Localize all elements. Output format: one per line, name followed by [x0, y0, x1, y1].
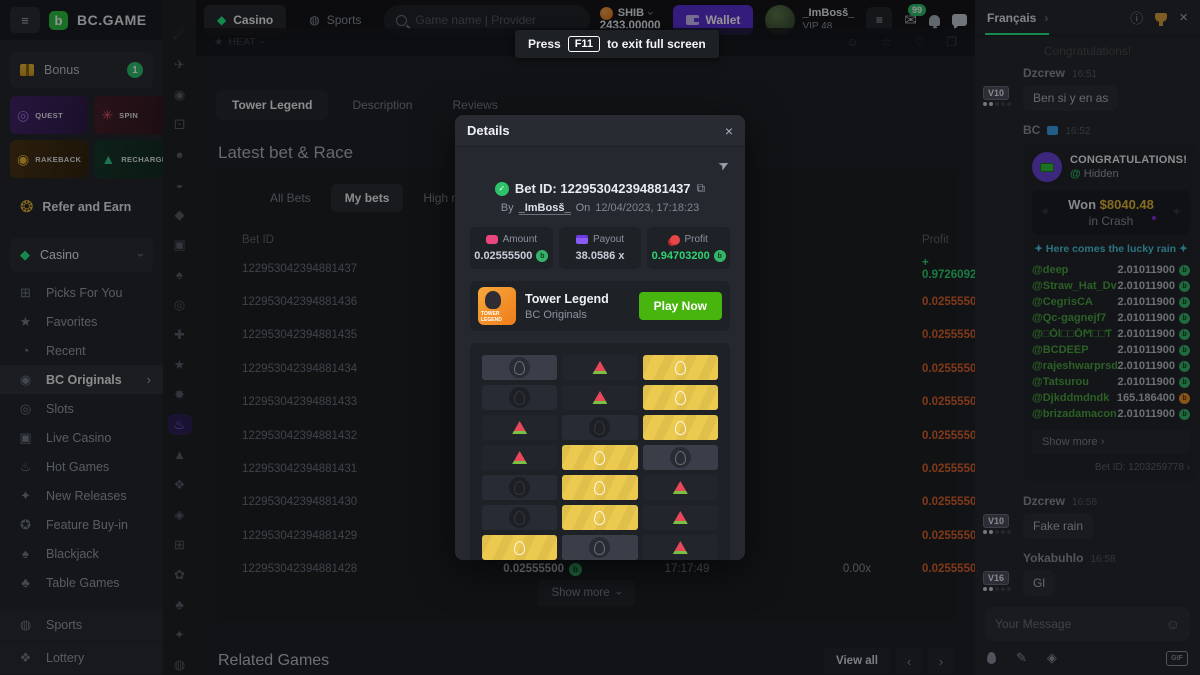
watermelon-icon: [592, 391, 607, 404]
tower-cell-hidden: [562, 415, 637, 440]
egg-icon: [514, 481, 525, 495]
payout-value: 38.0586 x: [576, 250, 625, 262]
f11-keycap: F11: [568, 36, 600, 52]
modal-body: ➤ ✓ Bet ID: 122953042394881437 ⧉ By _ImB…: [455, 147, 745, 560]
egg-icon: [594, 451, 605, 465]
game-card: TOWER LEGEND Tower Legend BC Originals P…: [470, 281, 730, 331]
watermelon-icon: [673, 481, 688, 494]
tower-cell-hidden: [482, 475, 557, 500]
tower-cell-hidden: [482, 385, 557, 410]
bc-game-app: ≡ b BC.GAME Bonus 1 ◎ QUEST ✳ SPIN ◉ RAK…: [0, 0, 1200, 675]
tower-grid-row: [482, 505, 718, 530]
egg-icon: [675, 451, 686, 465]
bet-stats: Amount 0.02555500b Payout 38.0586 x Prof…: [470, 227, 730, 269]
watermelon-icon: [512, 451, 527, 464]
egg-icon: [594, 421, 605, 435]
tower-cell-picked: [562, 535, 637, 560]
amount-stat-card: Amount 0.02555500b: [470, 227, 553, 269]
share-icon[interactable]: ➤: [716, 155, 734, 176]
bet-user-link[interactable]: _ImBosš_: [519, 202, 571, 215]
tower-cell-egg-revealed: [482, 535, 557, 560]
tower-grid-row: [482, 445, 718, 470]
egg-icon: [514, 511, 525, 525]
bet-id-value: 122953042394881437: [560, 181, 690, 196]
profit-value: 0.94703200: [652, 250, 710, 262]
tower-cell-watermelon: [482, 415, 557, 440]
bet-id-label: Bet ID:: [515, 181, 557, 196]
modal-close-icon[interactable]: ×: [725, 123, 733, 139]
tower-grid-row: [482, 535, 718, 560]
bet-details-modal: Details × ➤ ✓ Bet ID: 122953042394881437…: [455, 115, 745, 560]
egg-slot: [509, 477, 530, 498]
egg-icon: [675, 391, 686, 405]
tower-grid-row: [482, 355, 718, 380]
tower-cell-watermelon: [562, 355, 637, 380]
egg-icon: [514, 391, 525, 405]
egg-slot: [670, 447, 691, 468]
amount-icon: [486, 235, 498, 244]
tower-grid-row: [482, 385, 718, 410]
tower-cell-egg-revealed: [643, 355, 718, 380]
tower-cell-watermelon: [643, 475, 718, 500]
tower-cell-egg-revealed: [562, 445, 637, 470]
modal-title: Details: [467, 123, 725, 138]
tower-cell-egg-revealed: [643, 385, 718, 410]
tower-cell-egg-revealed: [562, 475, 637, 500]
profit-icon: [670, 235, 680, 245]
egg-icon: [675, 361, 686, 375]
tower-legend-thumbnail[interactable]: TOWER LEGEND: [478, 287, 516, 325]
egg-slot: [589, 537, 610, 558]
fullscreen-exit-tooltip: Press F11 to exit full screen: [515, 30, 719, 58]
tower-cell-watermelon: [643, 535, 718, 560]
game-provider: BC Originals: [525, 309, 609, 321]
modal-header: Details ×: [455, 115, 745, 147]
tower-cell-watermelon: [482, 445, 557, 470]
tower-cell-watermelon: [643, 505, 718, 530]
bet-datetime: 12/04/2023, 17:18:23: [595, 202, 699, 214]
watermelon-icon: [512, 421, 527, 434]
copy-icon[interactable]: ⧉: [697, 181, 706, 196]
tower-result-grid: [470, 343, 730, 560]
tower-cell-hidden: [482, 505, 557, 530]
egg-icon: [594, 541, 605, 555]
bcd-coin-icon: b: [536, 250, 548, 262]
play-now-button[interactable]: Play Now: [639, 292, 722, 320]
bet-byline: By _ImBosš_ On 12/04/2023, 17:18:23: [470, 202, 730, 215]
watermelon-icon: [592, 361, 607, 374]
egg-icon: [514, 541, 525, 555]
payout-stat-card: Payout 38.0586 x: [559, 227, 642, 269]
tower-cell-egg-revealed: [643, 415, 718, 440]
egg-icon: [514, 361, 525, 375]
bet-id-line: ✓ Bet ID: 122953042394881437 ⧉: [470, 181, 730, 196]
egg-slot: [509, 387, 530, 408]
egg-icon: [675, 421, 686, 435]
amount-value: 0.02555500: [474, 250, 532, 262]
tower-cell-picked: [482, 355, 557, 380]
tower-grid-row: [482, 475, 718, 500]
tower-cell-watermelon: [562, 385, 637, 410]
tower-cell-picked: [643, 445, 718, 470]
egg-icon: [594, 481, 605, 495]
payout-icon: [576, 235, 588, 244]
egg-slot: [509, 357, 530, 378]
game-title[interactable]: Tower Legend: [525, 292, 609, 306]
bcd-coin-icon: b: [714, 250, 726, 262]
egg-slot: [589, 417, 610, 438]
tower-grid-row: [482, 415, 718, 440]
egg-slot: [509, 507, 530, 528]
profit-stat-card: Profit 0.94703200b: [647, 227, 730, 269]
verified-shield-icon: ✓: [495, 182, 509, 196]
tower-cell-egg-revealed: [562, 505, 637, 530]
watermelon-icon: [673, 511, 688, 524]
watermelon-icon: [673, 541, 688, 554]
egg-icon: [594, 511, 605, 525]
